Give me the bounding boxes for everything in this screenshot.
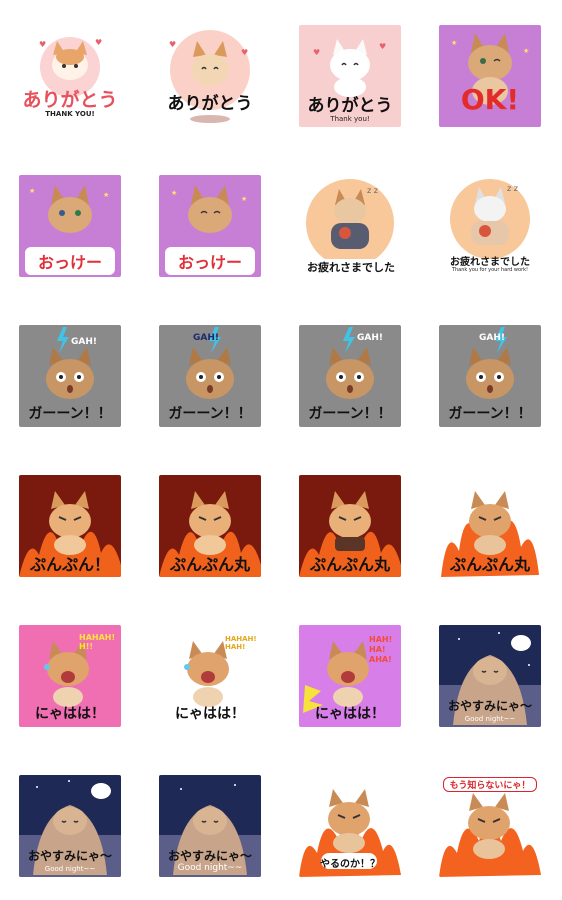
svg-text:★: ★ (523, 47, 529, 55)
sticker-18[interactable]: HAHAH! HAH! にゃはは！ (159, 625, 261, 727)
sticker-20[interactable]: おやすみにゃ〜 Good night~~ (439, 625, 541, 727)
sticker-caption: ガーーン！！ (448, 406, 532, 422)
sticker-caption: OK! (460, 83, 520, 116)
sticker-grid: ♥ ♥ ありがとう THANK YOU! ♥ ♥ ありがとう ♥ ♥ ありがとう Th… (0, 0, 562, 900)
sticker-7[interactable]: z z お疲れさまでした (299, 175, 401, 277)
sound-effect: HAHAH! HAH! (225, 635, 257, 651)
svg-text:♥: ♥ (313, 48, 320, 57)
sticker-caption: ガーーン！！ (28, 406, 112, 422)
sticker-caption: にゃはは！ (175, 706, 245, 722)
sticker-subcaption: Good night~~ (44, 865, 96, 873)
svg-text:★: ★ (451, 39, 457, 47)
sticker-caption: ぷんぷん！ (29, 555, 110, 574)
sound-effect: HAHAH! H!! (79, 633, 116, 651)
sticker-1[interactable]: ♥ ♥ ありがとう THANK YOU! (19, 25, 121, 127)
sound-effect: GAH! (71, 337, 97, 347)
sticker-caption: やるのか！？ (320, 859, 380, 870)
sticker-caption: もう知らないにゃ！ (443, 777, 537, 792)
svg-text:♥: ♥ (95, 38, 102, 47)
sticker-caption: ガーーン！！ (308, 406, 392, 422)
sticker-caption: にゃはは！ (315, 706, 385, 722)
sticker-10[interactable]: GAH! ガーーン！！ (159, 325, 261, 427)
sticker-3[interactable]: ♥ ♥ ありがとう Thank you! (299, 25, 401, 127)
sticker-16[interactable]: ぷんぷん丸 (439, 475, 541, 577)
sticker-caption: おやすみにゃ〜 (447, 699, 532, 713)
svg-text:★: ★ (241, 195, 247, 203)
sticker-24[interactable]: もう知らないにゃ！ (439, 775, 541, 877)
sticker-12[interactable]: GAH! ガーーン！！ (439, 325, 541, 427)
sticker-caption: ありがとう (22, 89, 118, 111)
sound-effect: GAH! (357, 333, 383, 343)
sticker-22[interactable]: おやすみにゃ〜 Good night~~ (159, 775, 261, 877)
svg-text:z z: z z (367, 186, 378, 195)
svg-text:★: ★ (103, 191, 109, 199)
sticker-14[interactable]: ぷんぷん丸 (159, 475, 261, 577)
sticker-17[interactable]: HAHAH! H!! にゃはは！ (19, 625, 121, 727)
sticker-caption: ありがとう (307, 96, 393, 116)
sticker-subcaption: Thank you for your hard work! (451, 267, 529, 273)
sticker-23[interactable]: やるのか！？ (299, 775, 401, 877)
sound-effect: GAH! (479, 333, 505, 343)
sound-effect: GAH! (193, 333, 219, 343)
sticker-caption: おやすみにゃ〜 (27, 849, 112, 863)
sticker-19[interactable]: HAH! HA! AHA! にゃはは！ (299, 625, 401, 727)
sticker-caption: ぷんぷん丸 (449, 555, 530, 574)
svg-text:★: ★ (29, 187, 35, 195)
svg-text:★: ★ (171, 189, 177, 197)
sticker-13[interactable]: ぷんぷん！ (19, 475, 121, 577)
svg-text:z z: z z (507, 184, 518, 193)
sticker-caption: ぷんぷん丸 (169, 555, 250, 574)
sticker-21[interactable]: おやすみにゃ〜 Good night~~ (19, 775, 121, 877)
svg-text:♥: ♥ (39, 40, 46, 49)
svg-text:♥: ♥ (169, 40, 176, 49)
sticker-15[interactable]: ぷんぷん丸 (299, 475, 401, 577)
sticker-9[interactable]: GAH! ガーーン！！ (19, 325, 121, 427)
sticker-caption: おやすみにゃ〜 (167, 849, 252, 863)
sticker-subcaption: Good night~~ (464, 715, 516, 723)
sticker-2[interactable]: ♥ ♥ ありがとう (159, 25, 261, 127)
sound-effect: HAH! HA! AHA! (369, 635, 393, 664)
sticker-subcaption: Thank you! (330, 115, 370, 123)
sticker-subcaption: Good night~~ (177, 863, 243, 873)
sticker-4[interactable]: ★ ★ OK! (439, 25, 541, 127)
sticker-caption: おっけー (25, 247, 115, 275)
sticker-6[interactable]: ★ ★ おっけー (159, 175, 261, 277)
sticker-caption: にゃはは！ (35, 706, 105, 722)
sticker-caption: お疲れさまでした (450, 257, 530, 268)
sticker-caption: お疲れさまでした (307, 259, 395, 275)
svg-text:♥: ♥ (379, 42, 386, 51)
sticker-caption: ありがとう (167, 94, 253, 114)
sticker-5[interactable]: ★ ★ おっけー (19, 175, 121, 277)
svg-text:♥: ♥ (241, 48, 248, 57)
sticker-8[interactable]: z z お疲れさまでした Thank you for your hard wor… (439, 175, 541, 277)
sticker-subcaption: THANK YOU! (45, 110, 95, 118)
sticker-caption: ぷんぷん丸 (309, 555, 390, 574)
sticker-caption: ガーーン！！ (168, 406, 252, 422)
sticker-11[interactable]: GAH! ガーーン！！ (299, 325, 401, 427)
sticker-caption: おっけー (165, 247, 255, 275)
